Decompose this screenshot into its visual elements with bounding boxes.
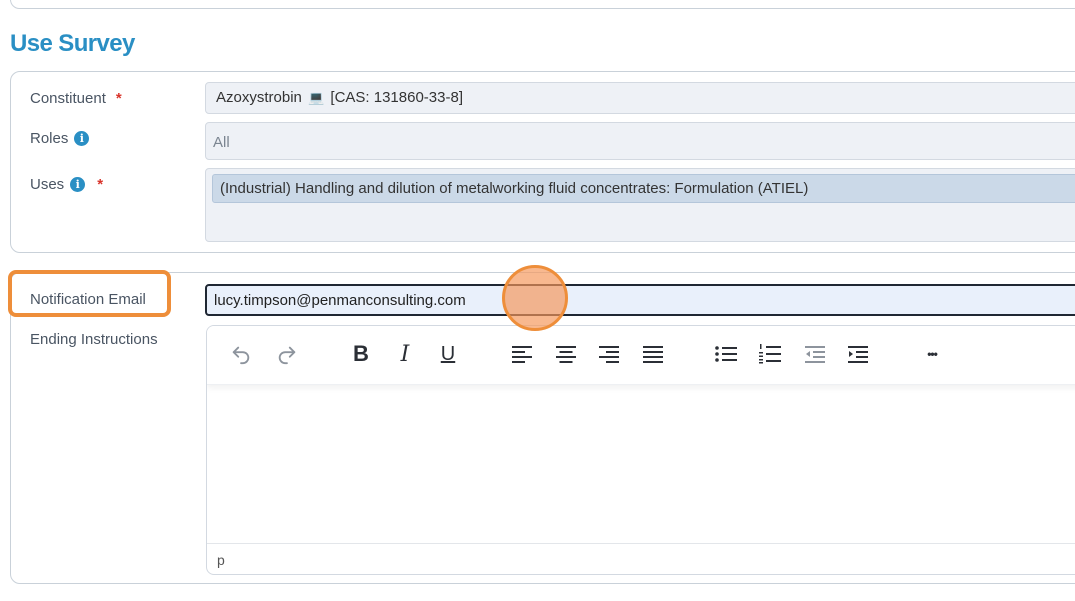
- section-title: Use Survey: [10, 30, 135, 57]
- align-right-icon[interactable]: [595, 340, 623, 368]
- uses-label: Uses i *: [30, 176, 104, 193]
- align-center-icon[interactable]: [552, 340, 580, 368]
- constituent-label: Constituent *: [30, 90, 122, 107]
- notification-email-label: Notification Email: [30, 291, 146, 308]
- undo-icon[interactable]: [227, 340, 255, 368]
- roles-select[interactable]: All: [205, 122, 1075, 160]
- uses-multiselect[interactable]: (Industrial) Handling and dilution of me…: [205, 168, 1075, 242]
- info-icon[interactable]: i: [74, 131, 90, 146]
- outdent-icon[interactable]: [801, 340, 829, 368]
- laptop-icon: 💻: [308, 90, 325, 105]
- roles-label: Roles i: [30, 130, 90, 147]
- italic-icon[interactable]: I: [391, 340, 419, 368]
- survey-settings-card: Notification Email Ending Instructions B…: [10, 272, 1075, 584]
- editor-element-path[interactable]: p: [217, 552, 225, 568]
- previous-section-card: [10, 0, 1075, 9]
- underline-icon[interactable]: U: [434, 340, 462, 368]
- align-left-icon[interactable]: [508, 340, 536, 368]
- constituent-value-cas: [CAS: 131860-33-8]: [330, 89, 463, 106]
- uses-selected-chip[interactable]: (Industrial) Handling and dilution of me…: [212, 174, 1075, 203]
- redo-icon[interactable]: [273, 340, 301, 368]
- indent-icon[interactable]: [844, 340, 872, 368]
- required-marker: *: [97, 176, 104, 193]
- numbered-list-icon[interactable]: [756, 340, 784, 368]
- ending-instructions-label: Ending Instructions: [30, 331, 158, 348]
- align-justify-icon[interactable]: [639, 340, 667, 368]
- constituent-field[interactable]: Azoxystrobin 💻 [CAS: 131860-33-8]: [205, 82, 1075, 114]
- bold-icon[interactable]: B: [347, 340, 375, 368]
- notification-email-input[interactable]: [205, 284, 1075, 316]
- editor-status-bar: p: [207, 543, 1075, 574]
- survey-selection-card: Constituent * Azoxystrobin 💻 [CAS: 131860…: [10, 71, 1075, 253]
- info-icon[interactable]: i: [70, 177, 86, 192]
- more-icon[interactable]: •••: [918, 340, 946, 368]
- roles-value: All: [213, 134, 230, 151]
- required-marker: *: [115, 90, 122, 107]
- ending-instructions-editor[interactable]: B I U ••• p: [206, 325, 1075, 575]
- bullet-list-icon[interactable]: [712, 340, 740, 368]
- editor-toolbar: B I U •••: [207, 326, 1075, 385]
- constituent-value-name: Azoxystrobin: [216, 89, 302, 106]
